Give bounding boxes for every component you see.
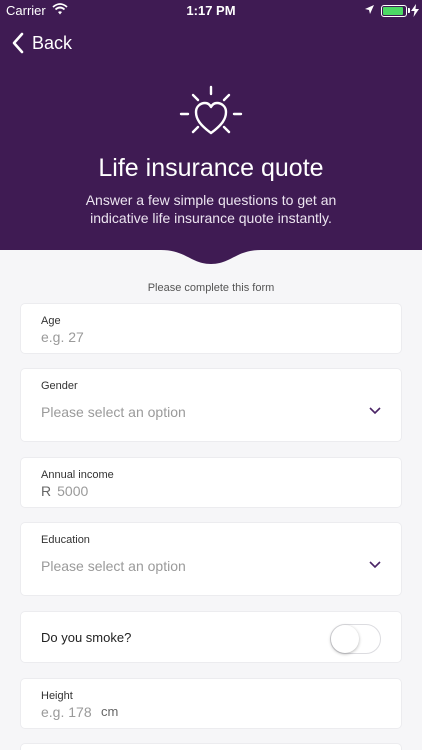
- gender-label: Gender: [41, 380, 78, 392]
- annual-income-field[interactable]: Annual income R 5000: [21, 458, 401, 507]
- education-value: Please select an option: [41, 558, 186, 574]
- header-notch: [161, 244, 261, 264]
- battery-tip: [408, 8, 410, 13]
- charging-bolt-icon: [411, 4, 419, 17]
- age-label: Age: [41, 315, 61, 327]
- height-unit: cm: [101, 704, 119, 719]
- hero-header: Carrier 1:17 PM Back Life insurance quot…: [0, 0, 422, 250]
- status-time: 1:17 PM: [186, 3, 236, 18]
- education-select[interactable]: Education Please select an option: [21, 523, 401, 595]
- height-input[interactable]: e.g. 178: [41, 704, 92, 720]
- next-field-card[interactable]: [21, 744, 401, 750]
- chevron-down-icon: [369, 561, 381, 569]
- battery-level-fill: [383, 7, 403, 15]
- page-title: Life insurance quote: [98, 154, 324, 182]
- battery-icon: [381, 5, 407, 17]
- form-caption: Please complete this form: [147, 282, 275, 294]
- smoker-label: Do you smoke?: [41, 630, 132, 645]
- heart-shine-icon: [179, 85, 243, 135]
- location-arrow-icon: [365, 5, 374, 14]
- height-label: Height: [41, 690, 73, 702]
- height-field[interactable]: Height e.g. 178 cm: [21, 679, 401, 728]
- toggle-knob: [331, 625, 359, 653]
- smoker-toggle[interactable]: [330, 624, 381, 654]
- page-subtitle: Answer a few simple questions to get an …: [85, 192, 337, 226]
- chevron-left-icon: [12, 32, 24, 54]
- chevron-down-icon: [369, 407, 381, 415]
- back-label: Back: [32, 32, 73, 53]
- gender-select[interactable]: Gender Please select an option: [21, 369, 401, 441]
- annual-income-label: Annual income: [41, 469, 114, 481]
- currency-prefix: R: [41, 483, 52, 499]
- smoker-row: Do you smoke?: [21, 612, 401, 662]
- age-input[interactable]: e.g. 27: [41, 329, 84, 345]
- gender-value: Please select an option: [41, 404, 186, 420]
- annual-income-placeholder: 5000: [57, 483, 89, 499]
- age-field[interactable]: Age e.g. 27: [21, 304, 401, 353]
- back-button[interactable]: Back: [12, 30, 72, 56]
- status-bar: Carrier 1:17 PM: [0, 0, 422, 22]
- annual-income-input[interactable]: R 5000: [41, 483, 88, 499]
- education-label: Education: [41, 534, 90, 546]
